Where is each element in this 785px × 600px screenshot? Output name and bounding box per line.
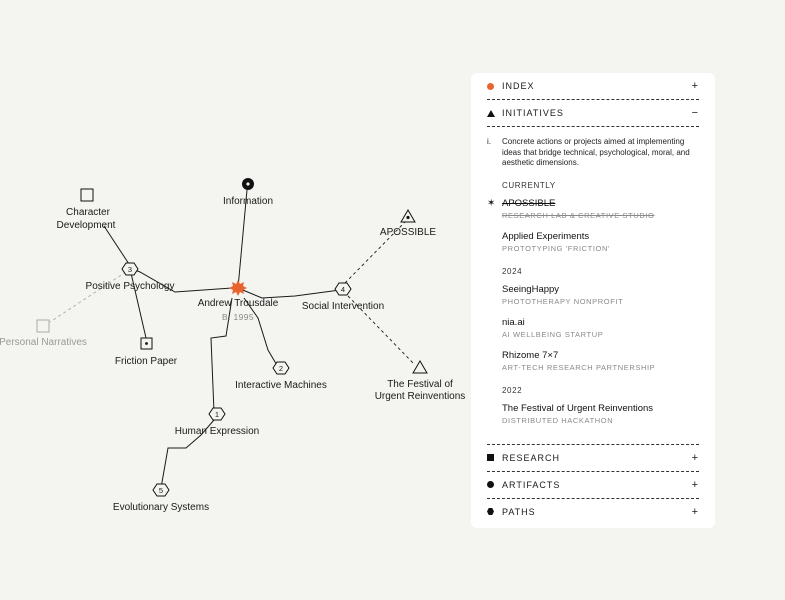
edge-social	[237, 287, 341, 299]
node-interactive-label: Interactive Machines	[235, 380, 327, 391]
edge-personal	[49, 271, 127, 323]
group-title: 2024	[502, 266, 523, 276]
center-burst-icon	[229, 280, 247, 296]
node-social-label: Social Intervention	[302, 301, 384, 312]
node-character[interactable]: Character Development	[57, 188, 116, 231]
node-human-label: Human Expression	[175, 426, 259, 437]
triangle-icon	[412, 360, 428, 374]
list-item[interactable]: Applied Experiments PROTOTYPING 'FRICTIO…	[502, 231, 699, 255]
expand-icon[interactable]: +	[689, 452, 699, 464]
node-personal[interactable]: Personal Narratives	[0, 319, 87, 348]
square-icon	[36, 319, 50, 333]
section-paths-label: PATHS	[502, 506, 536, 517]
section-paths[interactable]: PATHS +	[487, 499, 699, 525]
node-apossible-label: APOSSIBLE	[380, 227, 436, 238]
node-personal-label: Personal Narratives	[0, 337, 87, 348]
hexagon-icon	[487, 508, 494, 515]
node-festival-label-1: The Festival of	[387, 379, 453, 390]
group-title: 2022	[502, 385, 523, 395]
list-item[interactable]: SeeingHappy PHOTOTHERAPY NONPROFIT	[502, 284, 699, 308]
svg-text:1: 1	[215, 410, 219, 419]
circle-icon	[487, 481, 494, 488]
star-icon: ✶	[487, 197, 496, 209]
list-item[interactable]: Rhizome 7×7 ART-TECH RESEARCH PARTNERSHI…	[502, 350, 699, 374]
node-festival-label-2: Urgent Reinventions	[375, 391, 466, 402]
node-graph: Andrew Trousdale B. 1995 Information APO…	[0, 178, 466, 513]
section-index-label: INDEX	[502, 81, 535, 91]
svg-text:5: 5	[159, 486, 163, 495]
collapse-icon[interactable]: −	[689, 107, 699, 119]
svg-text:3: 3	[128, 265, 132, 274]
orange-dot-icon	[487, 82, 494, 90]
center-node[interactable]: Andrew Trousdale B. 1995	[198, 280, 279, 322]
node-evolutionary[interactable]: 5 Evolutionary Systems	[113, 483, 209, 513]
node-character-label-1: Character	[66, 207, 111, 218]
node-evolutionary-label: Evolutionary Systems	[113, 502, 209, 513]
node-friction[interactable]: Friction Paper	[115, 337, 178, 367]
center-label: Andrew Trousdale	[198, 298, 279, 309]
svg-text:2: 2	[279, 364, 283, 373]
triangle-icon	[487, 109, 495, 117]
edge-character	[103, 225, 130, 265]
section-research[interactable]: RESEARCH +	[487, 445, 699, 472]
expand-icon[interactable]: +	[689, 506, 699, 518]
initiatives-description: i. Concrete actions or projects aimed at…	[487, 137, 690, 167]
center-sub-label: B. 1995	[222, 312, 254, 322]
list-item[interactable]: nia.ai AI WELLBEING STARTUP	[502, 317, 699, 341]
node-interactive[interactable]: 2 Interactive Machines	[235, 361, 327, 391]
section-index[interactable]: INDEX +	[487, 73, 699, 100]
svg-text:4: 4	[341, 285, 345, 294]
node-information-label: Information	[223, 196, 273, 207]
node-positive-label: Positive Psychology	[86, 281, 175, 292]
node-character-label-2: Development	[57, 220, 116, 231]
node-friction-label: Friction Paper	[115, 356, 178, 367]
node-apossible[interactable]: APOSSIBLE	[380, 209, 436, 238]
section-initiatives-label: INITIATIVES	[502, 108, 564, 118]
node-positive[interactable]: 3 Positive Psychology	[86, 262, 175, 292]
section-artifacts-label: ARTIFACTS	[502, 479, 561, 490]
list-item[interactable]: ✶ APOSSIBLE RESEARCH LAB & CREATIVE STUD…	[487, 198, 699, 222]
section-research-label: RESEARCH	[502, 452, 561, 463]
expand-icon[interactable]: +	[689, 80, 699, 92]
section-initiatives[interactable]: INITIATIVES −	[487, 100, 699, 127]
node-human[interactable]: 1 Human Expression	[175, 407, 259, 437]
expand-icon[interactable]: +	[689, 479, 699, 491]
node-festival[interactable]: The Festival of Urgent Reinventions	[375, 360, 466, 402]
node-social[interactable]: 4 Social Intervention	[302, 282, 384, 312]
node-information[interactable]: Information	[223, 178, 273, 207]
initiatives-body: i. Concrete actions or projects aimed at…	[487, 127, 699, 445]
section-artifacts[interactable]: ARTIFACTS +	[487, 472, 699, 499]
square-icon	[487, 454, 494, 461]
square-icon	[80, 188, 94, 202]
group-title: CURRENTLY	[502, 180, 556, 190]
list-item[interactable]: The Festival of Urgent Reinventions DIST…	[502, 403, 699, 427]
index-panel: INDEX + INITIATIVES − i. Concrete action…	[471, 73, 715, 528]
